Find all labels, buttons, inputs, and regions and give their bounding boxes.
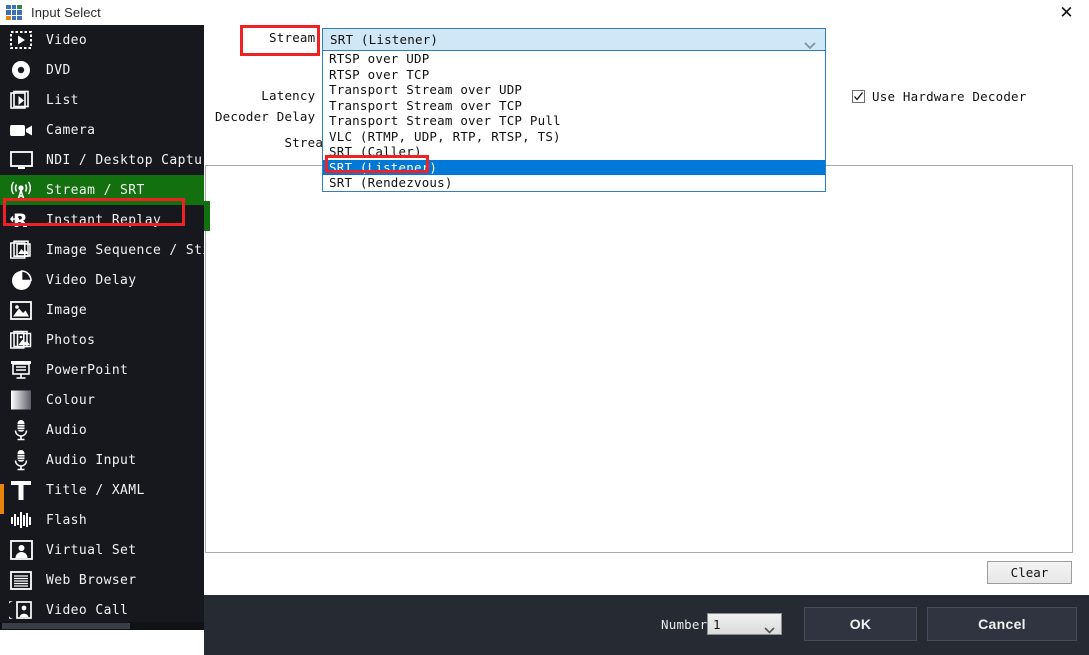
sidebar-item-label: Title / XAML (46, 483, 145, 498)
person-frame-icon (8, 538, 34, 562)
sidebar-item-audio-input[interactable]: Audio Input (0, 445, 204, 475)
dropdown-option[interactable]: Transport Stream over TCP (323, 98, 825, 114)
camcorder-icon (8, 118, 34, 142)
sidebar-item-video[interactable]: Video (0, 25, 204, 55)
broadcast-tower-icon (8, 178, 34, 202)
chevron-down-icon (803, 35, 817, 45)
video-film-icon (8, 28, 34, 52)
chevron-down-icon (763, 620, 776, 629)
lines-page-icon (8, 568, 34, 592)
sidebar-item-label: Colour (46, 393, 95, 408)
sidebar-item-label: Video Delay (46, 273, 137, 288)
dropdown-option[interactable]: RTSP over UDP (323, 51, 825, 67)
source-content-panel (205, 165, 1073, 553)
sidebar-item-label: Audio Input (46, 453, 137, 468)
use-hardware-decoder-label: Use Hardware Decoder (872, 89, 1027, 104)
sidebar-item-image-sequence-stinger[interactable]: Image Sequence / Stinger (0, 235, 204, 265)
sidebar-item-video-delay[interactable]: Video Delay (0, 265, 204, 295)
dropdown-option[interactable]: SRT (Caller) (323, 144, 825, 160)
dropdown-option[interactable]: SRT (Listener) (323, 160, 825, 176)
microphone-icon (8, 418, 34, 442)
text-t-icon (8, 478, 34, 502)
sidebar-item-powerpoint[interactable]: PowerPoint (0, 355, 204, 385)
main-panel: Stream Type Latency (ms) Decoder Delay (… (204, 25, 1089, 630)
stacked-play-icon (8, 88, 34, 112)
use-hardware-decoder-checkbox[interactable]: Use Hardware Decoder (852, 89, 1027, 104)
sidebar-item-ndi-desktop-capture[interactable]: NDI / Desktop Capture (0, 145, 204, 175)
ok-button[interactable]: OK (804, 607, 917, 641)
sidebar-item-label: PowerPoint (46, 363, 128, 378)
dropdown-option[interactable]: Transport Stream over UDP (323, 82, 825, 98)
sidebar-item-video-call[interactable]: Video Call (0, 595, 204, 625)
sidebar-item-dvd[interactable]: DVD (0, 55, 204, 85)
window-title: Input Select (31, 5, 101, 20)
checkbox-box[interactable] (852, 90, 865, 103)
phone-person-icon (8, 598, 34, 622)
sidebar-horizontal-scrollbar[interactable] (0, 622, 204, 630)
sidebar-scroll-marker[interactable] (0, 484, 4, 514)
sidebar-item-label: Video (46, 33, 87, 48)
sidebar-item-list[interactable]: List (0, 85, 204, 115)
sidebar-item-label: Audio (46, 423, 87, 438)
sidebar-item-label: Stream / SRT (46, 183, 145, 198)
sidebar-item-label: Image (46, 303, 87, 318)
disc-icon (8, 58, 34, 82)
sidebar-item-flash[interactable]: Flash (0, 505, 204, 535)
picture-icon (8, 298, 34, 322)
microphone-icon (8, 448, 34, 472)
sidebar-item-label: DVD (46, 63, 71, 78)
sidebar-item-instant-replay[interactable]: R Instant Replay (0, 205, 204, 235)
sidebar-item-photos[interactable]: Photos (0, 325, 204, 355)
sidebar-item-title-xaml[interactable]: Title / XAML (0, 475, 204, 505)
sidebar-item-label: Image Sequence / Stinger (46, 243, 204, 258)
stream-type-value: SRT (Listener) (330, 32, 438, 47)
sidebar-item-colour[interactable]: Colour (0, 385, 204, 415)
title-bar: Input Select ✕ (0, 0, 1089, 26)
action-bar: Number 1 OK Cancel (204, 595, 1089, 655)
sidebar-item-label: Web Browser (46, 573, 137, 588)
dropdown-option[interactable]: VLC (RTMP, UDP, RTP, RTSP, TS) (323, 129, 825, 145)
dropdown-option[interactable]: SRT (Rendezvous) (323, 175, 825, 191)
stream-type-combobox[interactable]: SRT (Listener) (322, 28, 826, 51)
sidebar-item-audio[interactable]: Audio (0, 415, 204, 445)
sidebar-item-label: Camera (46, 123, 95, 138)
sidebar-item-label: List (46, 93, 79, 108)
stream-type-dropdown-list[interactable]: RTSP over UDPRTSP over TCPTransport Stre… (322, 51, 826, 192)
svg-text:R: R (13, 210, 28, 231)
sidebar-item-virtual-set[interactable]: Virtual Set (0, 535, 204, 565)
sidebar-item-web-browser[interactable]: Web Browser (0, 565, 204, 595)
sidebar-item-label: Photos (46, 333, 95, 348)
number-select[interactable]: 1 (707, 613, 782, 635)
close-icon[interactable]: ✕ (1044, 0, 1089, 25)
clear-button[interactable]: Clear (987, 561, 1072, 584)
sidebar-item-label: NDI / Desktop Capture (46, 153, 204, 168)
sidebar-item-camera[interactable]: Camera (0, 115, 204, 145)
selection-bleed-bar (204, 201, 210, 231)
sidebar-item-list: Video DVD List Camera NDI / Desktop Capture S… (0, 25, 204, 625)
sidebar-item-label: Flash (46, 513, 87, 528)
dropdown-option[interactable]: Transport Stream over TCP Pull (323, 113, 825, 129)
gradient-swatch-icon (8, 388, 34, 412)
sidebar-item-image[interactable]: Image (0, 295, 204, 325)
clock-pie-icon (8, 268, 34, 292)
scrollbar-thumb[interactable] (2, 623, 130, 629)
image-stack-icon (8, 238, 34, 262)
dropdown-option[interactable]: RTSP over TCP (323, 67, 825, 83)
number-value: 1 (713, 617, 721, 632)
photos-stack-icon (8, 328, 34, 352)
sidebar-item-label: Virtual Set (46, 543, 137, 558)
sidebar: Video DVD List Camera NDI / Desktop Capture S… (0, 25, 204, 630)
monitor-icon (8, 148, 34, 172)
sidebar-item-label: Instant Replay (46, 213, 161, 228)
app-grid-icon (6, 5, 22, 21)
cancel-button[interactable]: Cancel (927, 607, 1077, 641)
replay-r-icon: R (8, 208, 34, 232)
waveform-icon (8, 508, 34, 532)
presentation-icon (8, 358, 34, 382)
sidebar-item-stream-srt[interactable]: Stream / SRT (0, 175, 204, 205)
sidebar-item-label: Video Call (46, 603, 128, 618)
